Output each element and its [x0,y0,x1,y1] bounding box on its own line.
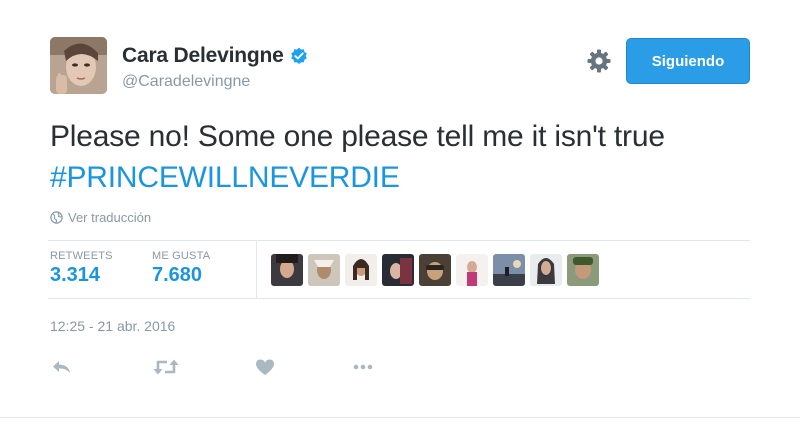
author-avatar[interactable] [50,37,107,94]
author-handle[interactable]: @Caradelevingne [122,73,250,91]
liker-avatar[interactable] [493,254,525,286]
divider [48,240,750,241]
liker-avatar[interactable] [382,254,414,286]
likes-count: 7.680 [152,264,203,286]
stats-divider [256,241,257,298]
reply-icon[interactable] [50,356,74,378]
like-icon[interactable] [253,356,277,378]
translate-label: Ver traducción [68,210,152,225]
gear-icon[interactable] [586,48,612,74]
liker-avatar[interactable] [530,254,562,286]
liker-avatar[interactable] [419,254,451,286]
liker-avatar[interactable] [271,254,303,286]
liker-avatar[interactable] [567,254,599,286]
tweet-card: Cara Delevingne @Caradelevingne Siguiend… [0,0,800,421]
liker-avatar[interactable] [345,254,377,286]
tweet-timestamp[interactable]: 12:25 - 21 abr. 2016 [50,318,175,334]
retweets-label: RETWEETS [50,250,113,262]
retweets-stat[interactable]: RETWEETS 3.314 [50,250,113,287]
liker-avatar[interactable] [308,254,340,286]
retweets-count: 3.314 [50,264,101,286]
more-icon[interactable] [351,356,375,378]
divider [48,298,750,299]
hashtag-link[interactable]: #PRINCEWILLNEVERDIE [50,161,400,195]
translate-link[interactable]: Ver traducción [50,210,151,225]
globe-icon [50,211,63,224]
likes-stat[interactable]: ME GUSTA 7.680 [152,250,210,287]
tweet-text: Please no! Some one please tell me it is… [50,120,665,153]
bottom-border [0,417,800,418]
retweet-icon[interactable] [152,356,180,378]
following-button[interactable]: Siguiendo [626,38,750,84]
verified-badge-icon [290,47,308,65]
author-name[interactable]: Cara Delevingne [122,44,284,68]
liker-avatar[interactable] [456,254,488,286]
likes-label: ME GUSTA [152,250,211,262]
author-name-row[interactable]: Cara Delevingne [122,44,308,68]
liker-avatars [271,254,604,286]
